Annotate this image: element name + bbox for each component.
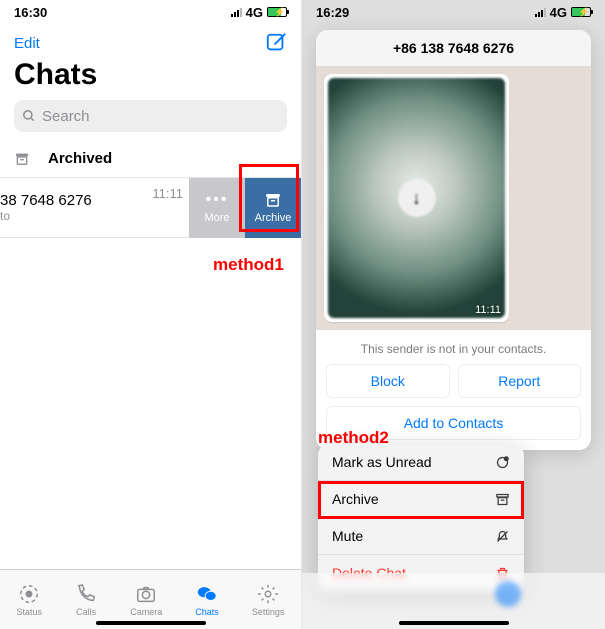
tab-camera[interactable]: Camera xyxy=(130,583,162,617)
gear-icon xyxy=(257,583,279,605)
camera-icon xyxy=(135,583,157,605)
preview-title: +86 138 7648 6276 xyxy=(316,30,591,66)
status-bar: 16:30 4G ⚡ xyxy=(0,0,301,24)
status-icon xyxy=(18,583,40,605)
menu-archive[interactable]: Archive xyxy=(318,481,524,518)
archive-icon xyxy=(264,191,282,209)
tab-label: Settings xyxy=(252,607,285,617)
menu-label: Mute xyxy=(332,528,363,544)
page-title: Chats xyxy=(0,54,301,100)
mute-icon xyxy=(495,529,510,544)
search-icon xyxy=(22,109,36,123)
tab-status[interactable]: Status xyxy=(17,583,43,617)
archive-icon xyxy=(14,151,30,167)
battery-icon: ⚡ xyxy=(267,7,287,17)
tab-label: Calls xyxy=(76,607,96,617)
block-button[interactable]: Block xyxy=(326,364,450,398)
message-bubble[interactable]: ↓ 11:11 xyxy=(324,74,509,322)
network-label: 4G xyxy=(550,5,567,20)
annotation-label: method1 xyxy=(213,255,284,275)
tab-chats[interactable]: Chats xyxy=(195,583,219,617)
tab-label: Camera xyxy=(130,607,162,617)
right-screenshot: 16:29 4G ⚡ +86 138 7648 6276 ↓ 11:11 Thi… xyxy=(302,0,605,629)
swipe-archive-button[interactable]: Archive xyxy=(245,178,301,238)
network-label: 4G xyxy=(246,5,263,20)
search-input[interactable]: Search xyxy=(14,100,287,132)
tab-label: Chats xyxy=(195,607,219,617)
menu-mute[interactable]: Mute xyxy=(318,518,524,555)
swipe-archive-label: Archive xyxy=(255,212,292,224)
chat-name: 38 7648 6276 xyxy=(0,192,152,209)
more-icon: ••• xyxy=(206,191,229,209)
tab-calls[interactable]: Calls xyxy=(75,583,97,617)
sender-notice: This sender is not in your contacts. xyxy=(316,330,591,364)
blurred-chats-tab xyxy=(495,581,521,607)
swipe-more-button[interactable]: ••• More xyxy=(189,178,245,238)
menu-label: Archive xyxy=(332,491,379,507)
chat-time: 11:11 xyxy=(152,186,183,201)
chat-preview-card: +86 138 7648 6276 ↓ 11:11 This sender is… xyxy=(316,30,591,450)
archived-label: Archived xyxy=(48,150,112,167)
signal-icon xyxy=(535,8,546,17)
swipe-more-label: More xyxy=(204,212,229,224)
clock: 16:30 xyxy=(14,5,47,20)
unread-icon xyxy=(495,455,510,470)
blurred-image: ↓ xyxy=(328,78,505,318)
edit-button[interactable]: Edit xyxy=(14,35,40,52)
compose-icon[interactable] xyxy=(265,32,287,54)
menu-label: Mark as Unread xyxy=(332,454,432,470)
tab-label: Status xyxy=(17,607,43,617)
chat-row[interactable]: 38 7648 6276 to 11:11 ••• More Archive xyxy=(0,178,301,238)
chat-subtitle: to xyxy=(0,209,152,223)
message-time: 11:11 xyxy=(475,304,501,316)
search-placeholder: Search xyxy=(42,108,90,125)
phone-icon xyxy=(75,583,97,605)
battery-icon: ⚡ xyxy=(571,7,591,17)
download-icon[interactable]: ↓ xyxy=(398,179,436,217)
clock: 16:29 xyxy=(316,5,349,20)
signal-icon xyxy=(231,8,242,17)
tab-settings[interactable]: Settings xyxy=(252,583,285,617)
archive-icon xyxy=(495,492,510,507)
chats-icon xyxy=(196,583,218,605)
context-menu: Mark as Unread Archive Mute Delete Chat xyxy=(318,444,524,591)
home-indicator xyxy=(399,621,509,625)
tab-bar: Status Calls Camera Chats Settings xyxy=(0,569,301,629)
menu-mark-unread[interactable]: Mark as Unread xyxy=(318,444,524,481)
status-bar: 16:29 4G ⚡ xyxy=(302,0,605,24)
report-button[interactable]: Report xyxy=(458,364,582,398)
home-indicator xyxy=(96,621,206,625)
archived-row[interactable]: Archived xyxy=(0,140,301,178)
left-screenshot: 16:30 4G ⚡ Edit Chats Search Archived xyxy=(0,0,302,629)
